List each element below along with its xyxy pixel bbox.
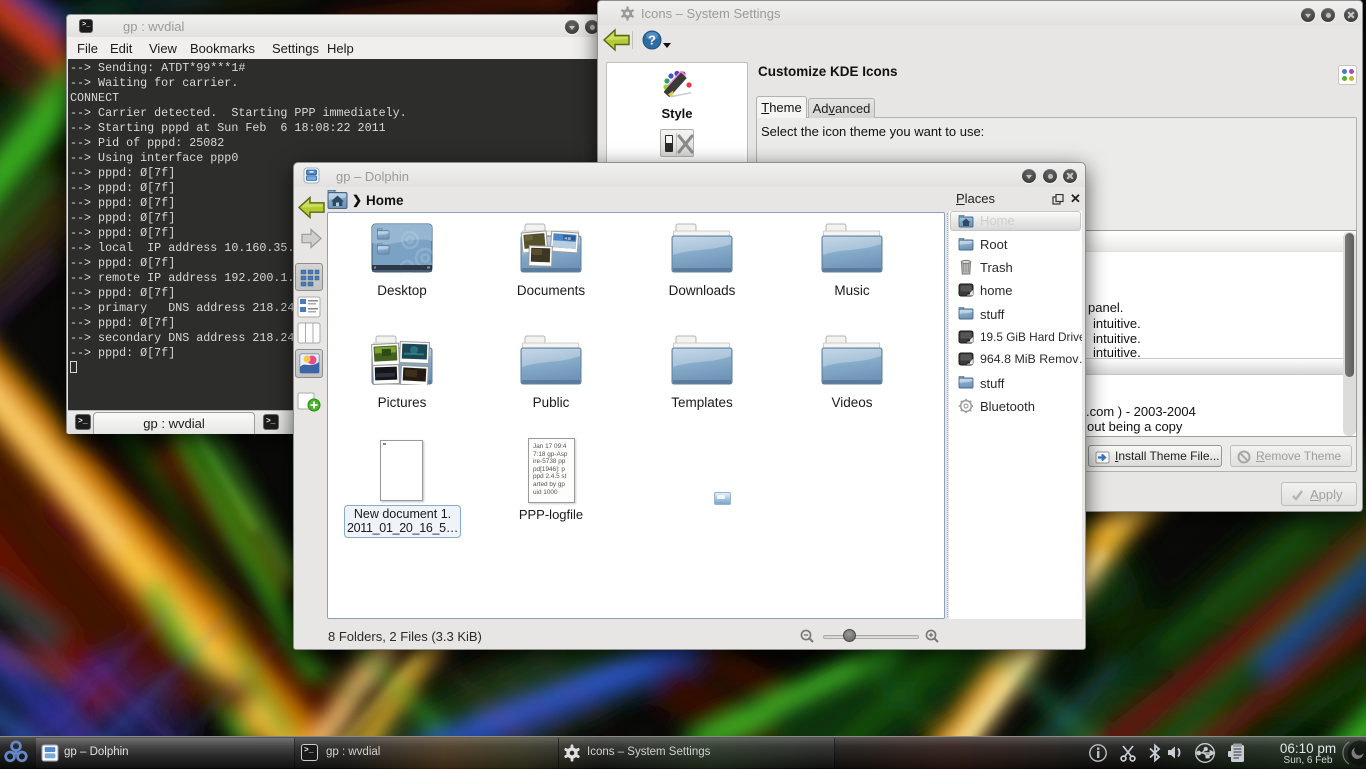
svg-text:≋⊞: ≋⊞ [564, 236, 571, 241]
svg-text:?: ? [648, 33, 656, 48]
